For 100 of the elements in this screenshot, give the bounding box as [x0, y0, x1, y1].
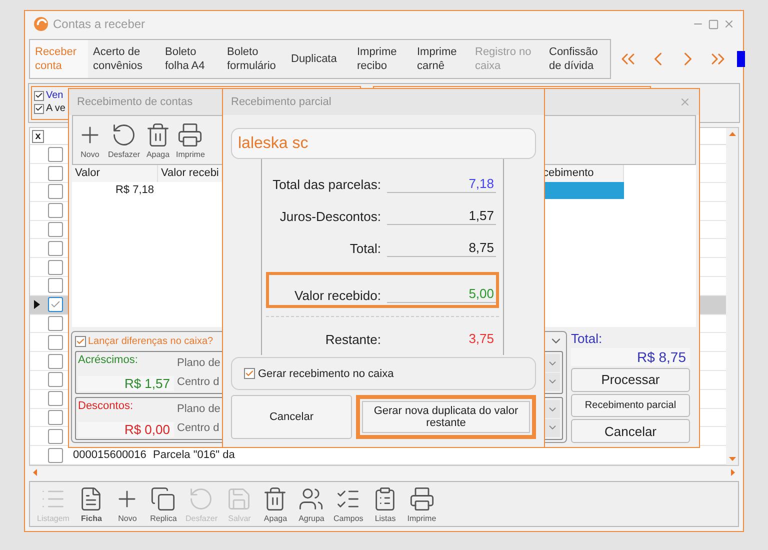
maximize-icon[interactable]	[708, 18, 719, 30]
amount-field[interactable]: R$ 0,00	[78, 422, 174, 437]
row-checkbox[interactable]	[48, 297, 63, 312]
row-checkbox[interactable]	[48, 391, 63, 406]
checkbox-label: Gerar recebimento no caixa	[258, 368, 394, 380]
tab[interactable]: Boleto folha A4	[160, 40, 222, 78]
column-header: Valor	[72, 165, 158, 182]
tab[interactable]: Acerto de convênios	[88, 40, 160, 78]
vertical-scrollbar[interactable]	[726, 128, 738, 465]
table-cell-text: Parcela "016" da	[152, 449, 236, 462]
table-cell-text: 000015600016	[72, 449, 148, 462]
dialog-button[interactable]: Cancelar	[571, 419, 690, 444]
dialog-button[interactable]: Gerar nova duplicata do valor restante	[356, 395, 536, 439]
dropdown-button[interactable]	[544, 372, 560, 391]
total-value: R$ 8,75	[571, 348, 690, 366]
copy-icon	[150, 486, 176, 512]
dialog-title: Recebimento parcial	[231, 96, 332, 108]
toolbar-button[interactable]: Agrupa	[296, 486, 326, 522]
select-all-header[interactable]: x	[32, 130, 44, 143]
checkbox[interactable]	[244, 368, 255, 379]
dialog-button[interactable]: Processar	[571, 368, 690, 392]
amount-label: Juros-Descontos:	[278, 209, 382, 224]
dialog-button[interactable]: Cancelar	[231, 395, 352, 439]
close-icon[interactable]	[723, 18, 735, 30]
checkbox-label: Lançar diferenças no caixa?	[88, 336, 214, 346]
grid-row[interactable]: 000015600016 Parcela "016" da	[30, 446, 726, 465]
dropdown-button[interactable]	[544, 400, 560, 418]
toolbar-button[interactable]: Replica	[148, 486, 178, 522]
row-checkbox[interactable]	[48, 448, 63, 463]
undo-icon	[188, 486, 214, 512]
window-title: Contas a receber	[53, 17, 146, 31]
amount-label: Restante:	[324, 332, 382, 347]
dialog-title: Recebimento de contas	[77, 96, 193, 108]
trash-icon	[145, 122, 172, 148]
scroll-up-icon[interactable]	[728, 132, 736, 136]
row-checkbox[interactable]	[48, 428, 63, 444]
toolbar-button[interactable]: Novo	[112, 486, 142, 522]
scroll-down-icon[interactable]	[728, 457, 736, 461]
toolbar-button[interactable]: Apaga	[143, 122, 174, 158]
row-checkbox[interactable]	[48, 240, 63, 256]
amount-field[interactable]: R$ 1,57	[78, 376, 174, 391]
printer-icon	[177, 122, 204, 148]
field-label: Plano de	[177, 403, 220, 416]
amount-value: 7,18	[387, 176, 496, 194]
people-icon	[298, 486, 324, 512]
current-row-icon	[34, 300, 40, 310]
toolbar-button[interactable]: Imprime	[406, 486, 438, 522]
dropdown-button[interactable]	[544, 418, 560, 437]
checkbox[interactable]	[75, 336, 86, 346]
customer-name: laleska sc	[231, 128, 536, 159]
row-checkbox[interactable]	[48, 203, 63, 218]
row-checkbox[interactable]	[48, 184, 63, 200]
status-marker	[737, 51, 745, 67]
trash-icon	[262, 486, 288, 512]
amount-value: 3,75	[468, 331, 495, 348]
close-icon[interactable]	[679, 96, 691, 108]
tab[interactable]: Confissão de dívida	[544, 40, 610, 78]
tab[interactable]: Duplicata	[286, 40, 352, 78]
total-label: Total:	[571, 331, 604, 346]
row-checkbox[interactable]	[48, 260, 63, 275]
table-cell-text: R$ 7,18	[114, 183, 155, 198]
row-checkbox[interactable]	[48, 278, 63, 294]
row-checkbox[interactable]	[48, 410, 63, 425]
toolbar-button[interactable]: Ficha	[76, 486, 106, 522]
row-checkbox[interactable]	[48, 334, 63, 350]
amount-value: 8,75	[387, 240, 496, 257]
amount-value: 5,00	[387, 286, 496, 304]
tab[interactable]: Imprime recibo	[352, 40, 412, 78]
filter-label: A ve	[46, 103, 66, 114]
undo-icon	[111, 122, 137, 148]
toolbar-button[interactable]: Imprime	[175, 122, 206, 158]
row-checkbox[interactable]	[48, 316, 63, 332]
amount-label: Total:	[348, 240, 382, 256]
toolbar-button[interactable]: Apaga	[260, 486, 290, 522]
toolbar-button[interactable]: Campos	[332, 486, 364, 522]
row-checkbox[interactable]	[48, 372, 63, 388]
scroll-right-icon[interactable]	[731, 468, 735, 476]
toolbar-button[interactable]: Listas	[370, 486, 400, 522]
field-label: Centro d	[177, 376, 220, 388]
row-checkbox[interactable]	[48, 222, 63, 238]
field-label: Centro d	[177, 422, 220, 434]
tab[interactable]: Boleto formulário	[222, 40, 286, 78]
row-checkbox[interactable]	[48, 166, 63, 181]
dialog-button[interactable]: Recebimento parcial	[571, 394, 690, 418]
filter-label: Ven	[46, 90, 64, 101]
app-logo-icon	[33, 16, 49, 32]
scroll-left-icon[interactable]	[33, 468, 37, 476]
row-checkbox[interactable]	[48, 354, 63, 369]
toolbar-button[interactable]: Desfazer	[107, 122, 142, 158]
printer-icon	[408, 486, 435, 512]
row-checkbox[interactable]	[48, 146, 63, 162]
adjustment-label: Acréscimos:	[78, 354, 139, 366]
dropdown-button[interactable]	[544, 354, 560, 372]
amount-label: Valor recebido:	[294, 288, 382, 304]
field-label: Plano de	[177, 357, 220, 370]
save-icon	[226, 486, 252, 512]
toolbar-button[interactable]: Novo	[75, 122, 105, 158]
checkbox[interactable]	[34, 104, 44, 114]
tab[interactable]: Imprime carnê	[412, 40, 470, 78]
checkbox[interactable]	[34, 90, 44, 100]
